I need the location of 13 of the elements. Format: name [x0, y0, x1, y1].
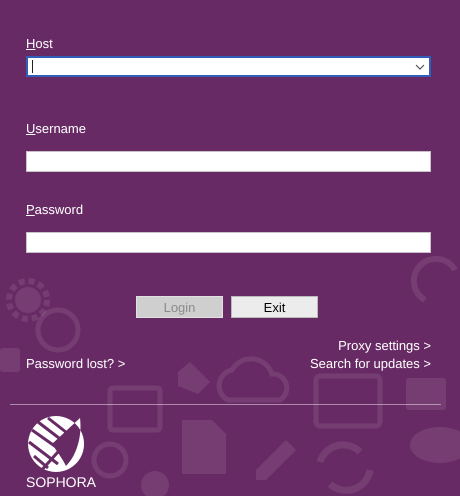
- leaf-logo-icon: [26, 414, 86, 472]
- chevron-down-icon[interactable]: [415, 64, 425, 70]
- field-label: Password: [26, 202, 84, 218]
- proxy-settings-link[interactable]: Proxy settings >: [338, 338, 431, 353]
- field-label: Username: [26, 121, 86, 137]
- host-combobox[interactable]: [26, 56, 431, 77]
- logo-text: SOPHORA: [26, 475, 96, 490]
- search-updates-link[interactable]: Search for updates >: [310, 356, 431, 371]
- host-label: Host: [26, 36, 53, 52]
- exit-button[interactable]: Exit: [231, 296, 318, 318]
- password-lost-link[interactable]: Password lost? >: [26, 356, 126, 371]
- username-field[interactable]: [26, 151, 431, 172]
- password-field[interactable]: [26, 232, 431, 253]
